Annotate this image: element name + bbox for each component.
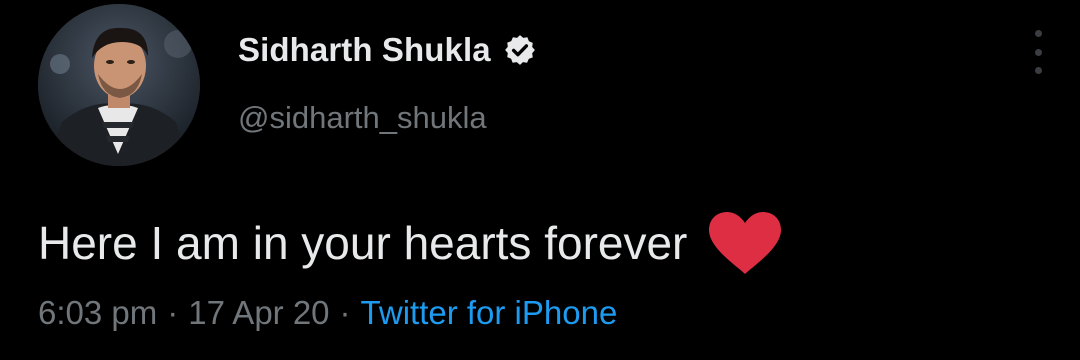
more-dot: [1034, 48, 1042, 56]
verified-badge-icon: [503, 33, 537, 67]
tweet-date[interactable]: 17 Apr 20: [188, 294, 329, 331]
more-dot: [1034, 67, 1042, 74]
tweet-time[interactable]: 6:03 pm: [38, 294, 157, 331]
meta-separator: ·: [167, 294, 179, 331]
tweet-text: Here I am in your hearts forever: [38, 217, 688, 269]
heart-emoji: [707, 210, 783, 276]
meta-separator: ·: [339, 294, 351, 331]
tweet-meta: 6:03 pm · 17 Apr 20 · Twitter for iPhone: [38, 294, 617, 332]
tweet-source-link[interactable]: Twitter for iPhone: [361, 294, 618, 331]
avatar[interactable]: [38, 4, 200, 166]
more-vertical-icon[interactable]: [1026, 30, 1050, 74]
more-dot: [1034, 30, 1042, 37]
tweet-text-row: Here I am in your hearts forever: [38, 210, 783, 276]
author-handle[interactable]: @sidharth_shukla: [238, 100, 487, 136]
author-display-name[interactable]: Sidharth Shukla: [238, 31, 491, 69]
author-name-row: Sidharth Shukla: [238, 26, 537, 74]
avatar-photo: [38, 4, 200, 166]
tweet-card: Sidharth Shukla @sidharth_shukla Here I …: [0, 0, 1080, 360]
